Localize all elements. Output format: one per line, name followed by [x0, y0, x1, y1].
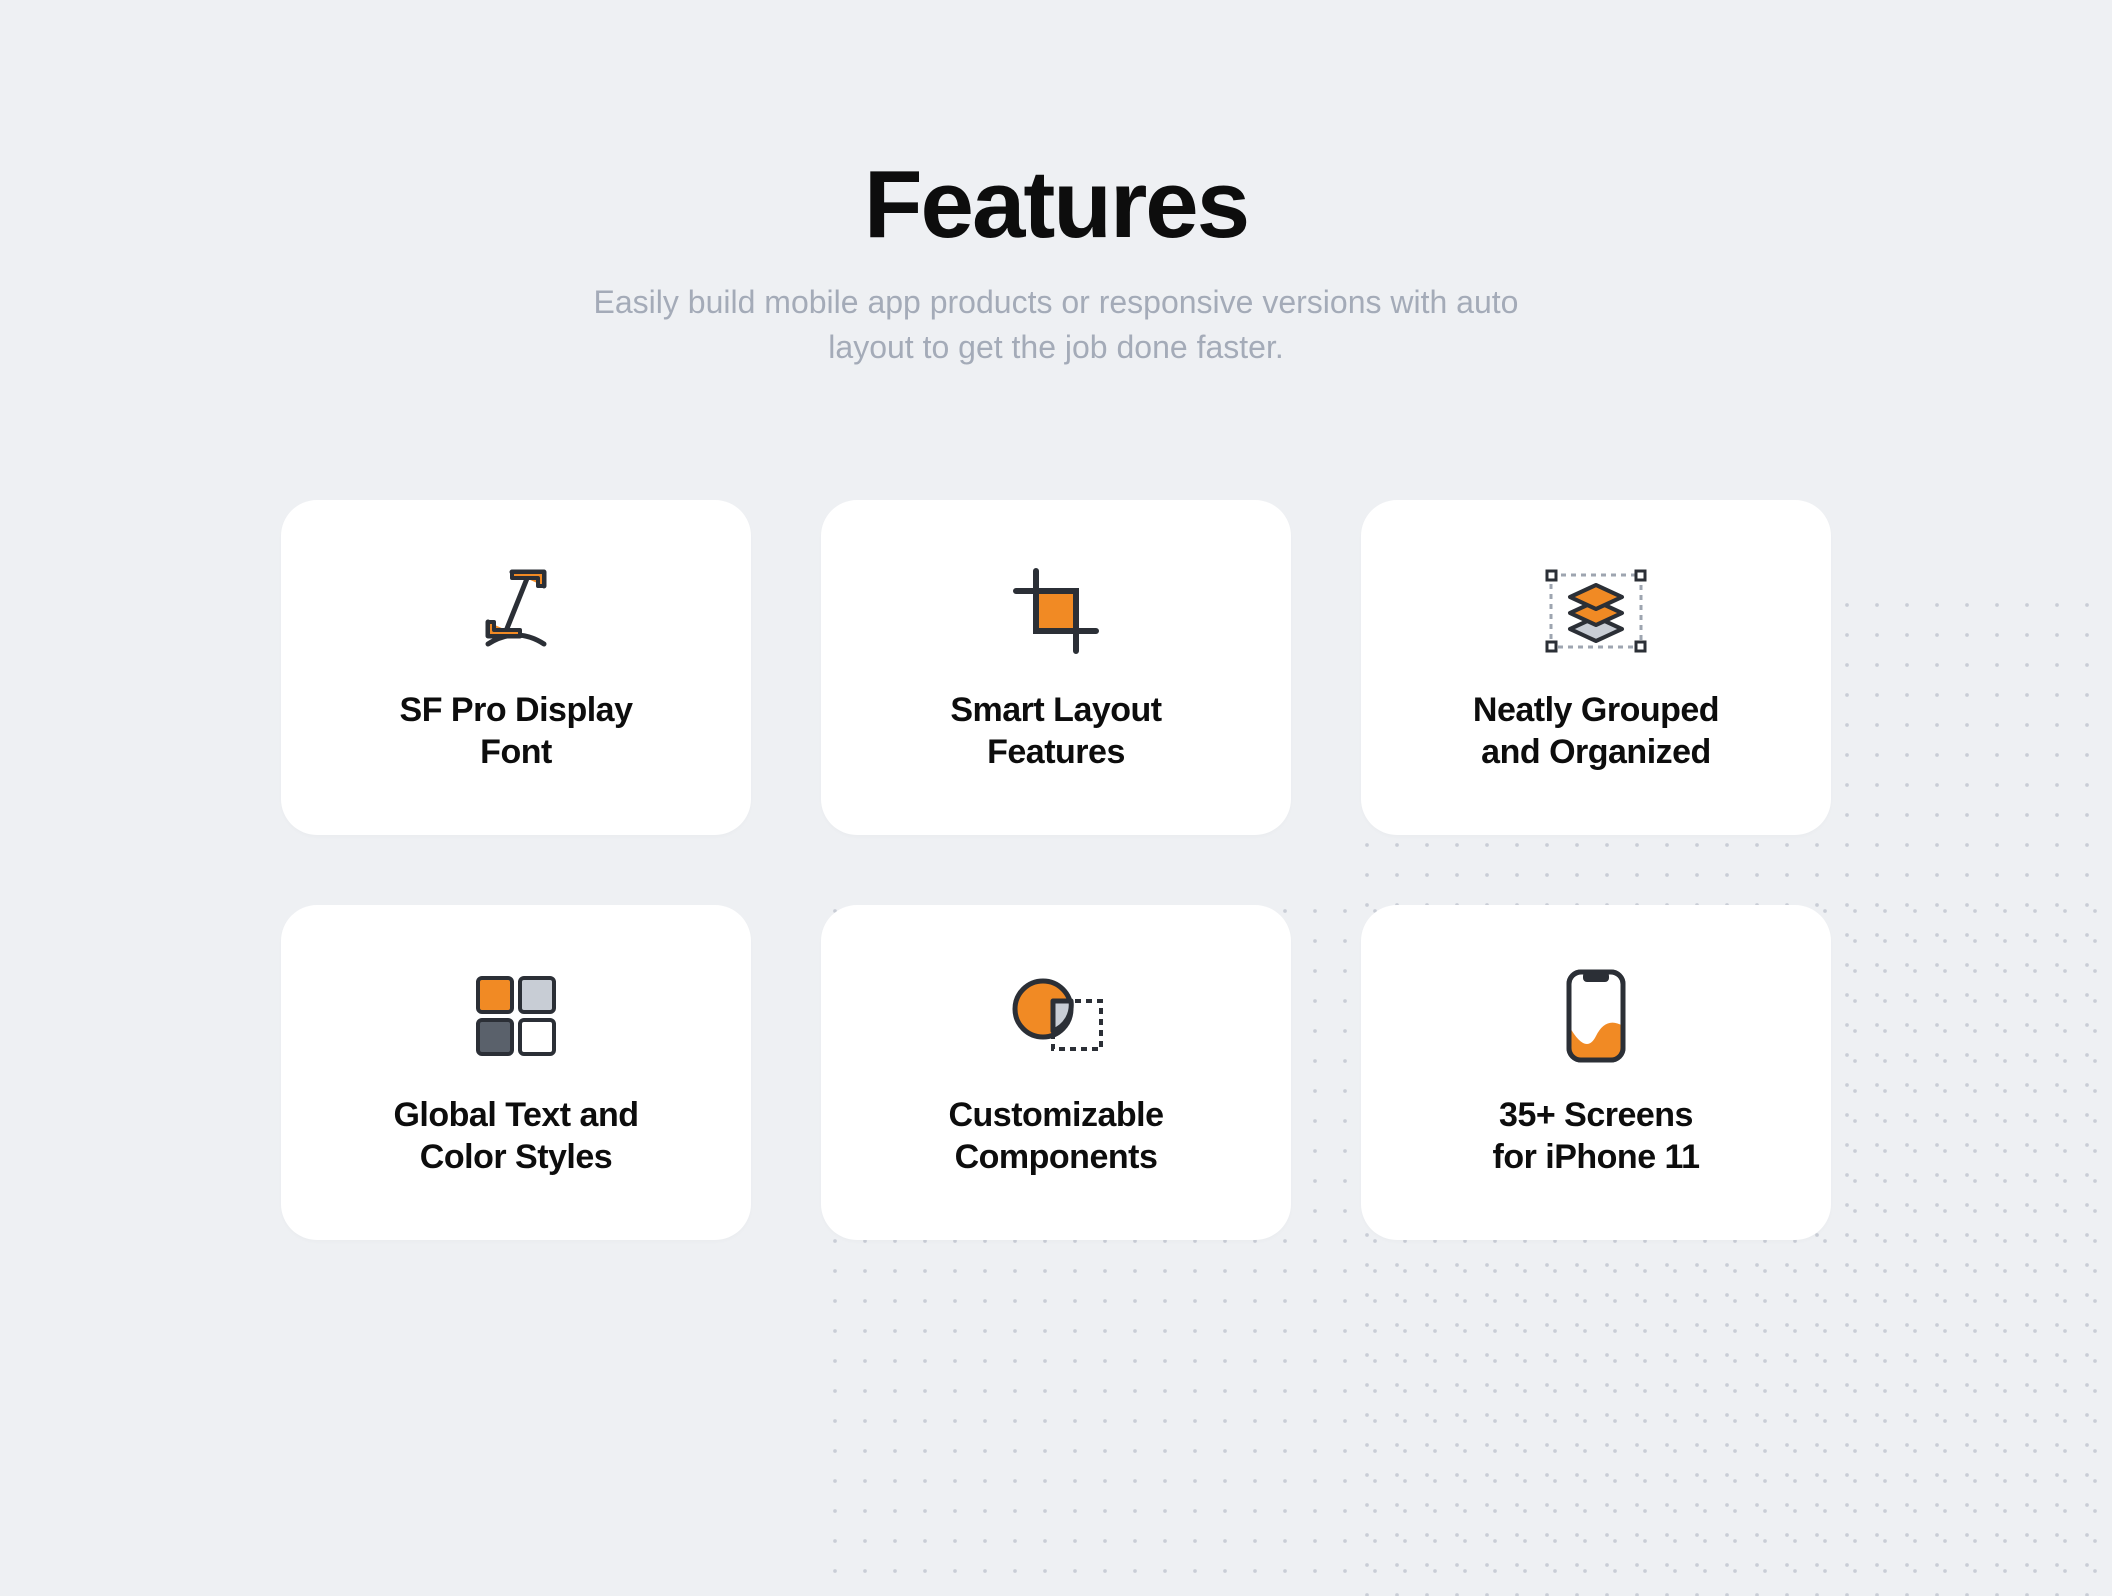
feature-label: Neatly Grouped and Organized: [1473, 689, 1719, 774]
crop-icon: [1008, 561, 1104, 661]
feature-label: SF Pro Display Font: [400, 689, 633, 774]
section-subtitle: Easily build mobile app products or resp…: [581, 280, 1531, 370]
feature-label: Smart Layout Features: [950, 689, 1161, 774]
feature-card: Global Text and Color Styles: [281, 905, 751, 1240]
feature-card: Neatly Grouped and Organized: [1361, 500, 1831, 835]
features-grid: SF Pro Display Font Smart Layout Feature…: [281, 500, 1831, 1240]
section-title: Features: [864, 150, 1248, 260]
feature-label: 35+ Screens for iPhone 11: [1493, 1094, 1700, 1179]
feature-label: Global Text and Color Styles: [393, 1094, 638, 1179]
italic-type-icon: [468, 561, 564, 661]
layers-icon: [1541, 561, 1651, 661]
feature-label: Customizable Components: [948, 1094, 1163, 1179]
feature-card: Smart Layout Features: [821, 500, 1291, 835]
swatches-icon: [468, 966, 564, 1066]
feature-card: 35+ Screens for iPhone 11: [1361, 905, 1831, 1240]
shapes-icon: [1003, 966, 1109, 1066]
feature-card: SF Pro Display Font: [281, 500, 751, 835]
feature-card: Customizable Components: [821, 905, 1291, 1240]
phone-icon: [1561, 966, 1631, 1066]
